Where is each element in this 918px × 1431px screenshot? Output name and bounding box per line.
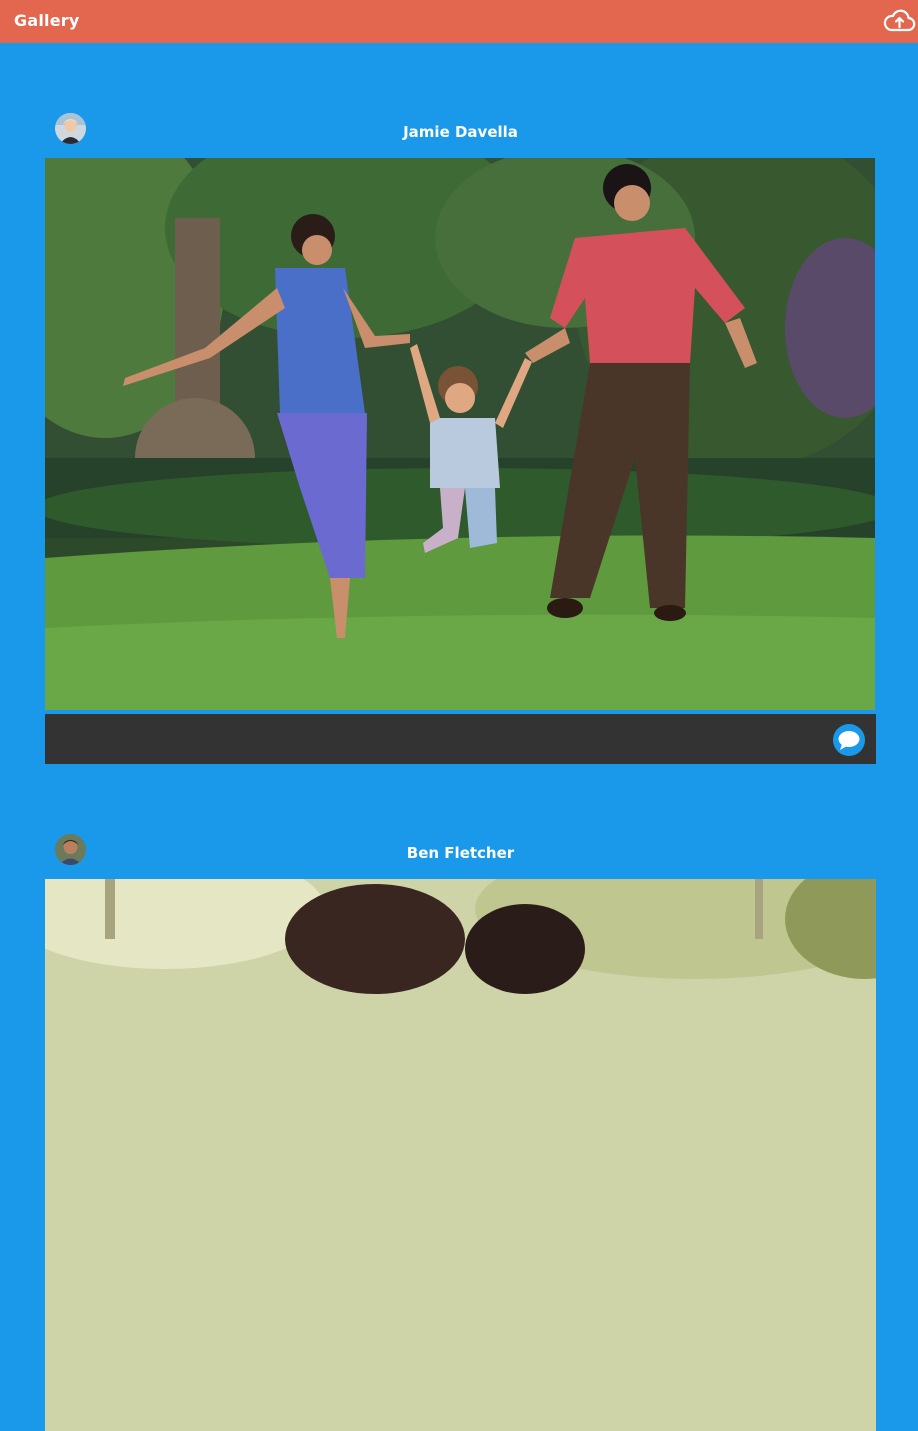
author-name[interactable]: Jamie Davella bbox=[45, 123, 876, 141]
post-toolbar bbox=[45, 714, 876, 764]
app-header: Gallery bbox=[0, 0, 918, 43]
comment-button[interactable] bbox=[833, 724, 865, 756]
post-photo[interactable] bbox=[45, 158, 875, 710]
post-header: Ben Fletcher bbox=[45, 834, 876, 879]
cloud-upload-icon bbox=[883, 9, 916, 32]
post-card: Ben Fletcher bbox=[45, 834, 876, 1431]
app-title: Gallery bbox=[14, 11, 80, 30]
speech-bubble-icon bbox=[838, 731, 860, 750]
author-name[interactable]: Ben Fletcher bbox=[45, 844, 876, 862]
post-header: Jamie Davella bbox=[45, 113, 876, 158]
post-card: Jamie Davella bbox=[45, 113, 876, 764]
upload-button[interactable] bbox=[882, 6, 916, 36]
post-photo[interactable] bbox=[45, 879, 876, 1431]
